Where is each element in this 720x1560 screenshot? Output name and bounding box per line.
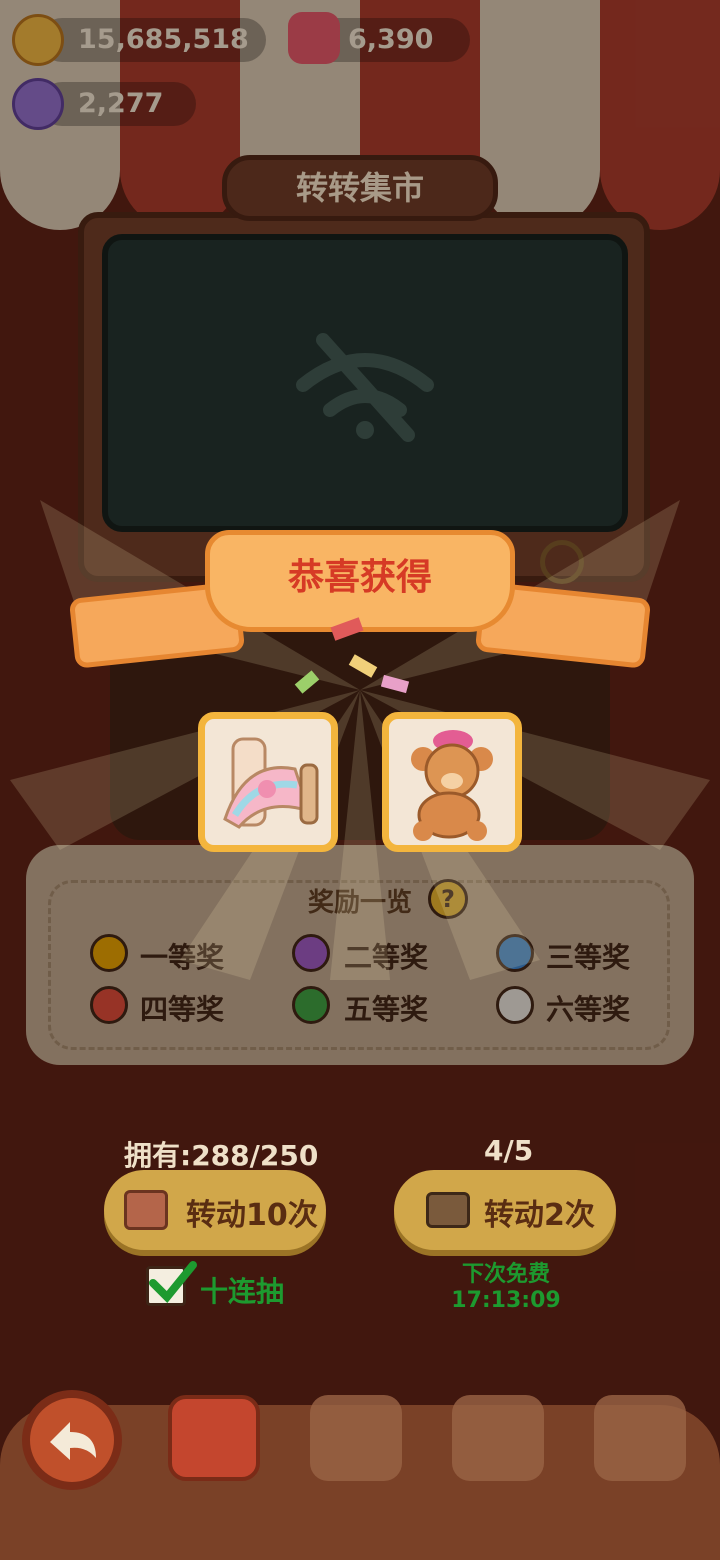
spin-10-button[interactable]: 转动10次 [104,1170,326,1250]
spin-2-button[interactable]: 转动2次 [394,1170,616,1250]
reward-card-slide[interactable] [198,712,338,852]
slide-item-icon [223,737,319,829]
free-spin-count: 4/5 [484,1134,534,1167]
light-rays [10,500,710,980]
next-free-timer: 下次免费 17:13:09 [436,1262,576,1314]
teddy-bear-item-icon [411,730,493,841]
congrats-text: 恭喜获得 [287,557,432,598]
checkmark-icon [149,1261,197,1303]
spin-2-label: 转动2次 [484,1198,595,1233]
furniture-nav-icon[interactable] [594,1395,686,1481]
ten-draw-label[interactable]: 十连抽 [200,1270,284,1310]
house-nav-icon[interactable] [452,1395,544,1481]
ticket-icon [124,1190,168,1230]
outfit-nav-icon[interactable] [310,1395,402,1481]
next-free-time: 17:13:09 [451,1288,561,1313]
congrats-banner: 恭喜获得 [205,530,515,632]
next-free-label: 下次免费 [461,1262,550,1287]
back-button[interactable] [22,1390,122,1490]
video-ad-icon [426,1192,470,1228]
owned-count: 拥有:288/250 [124,1139,319,1172]
ten-draw-checkbox[interactable] [146,1261,197,1306]
back-arrow-icon [50,1422,96,1460]
reward-card-teddy-bear[interactable] [382,712,522,852]
spin-10-label: 转动10次 [186,1198,318,1233]
carousel-nav-icon[interactable] [168,1395,260,1481]
